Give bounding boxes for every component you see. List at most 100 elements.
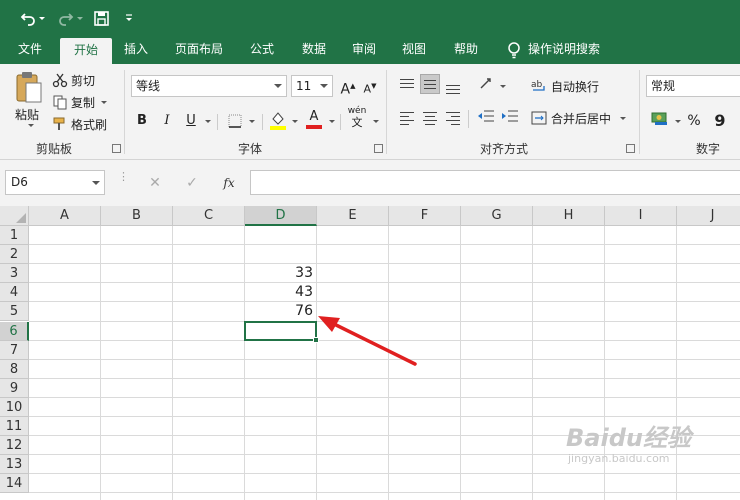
chevron-down-icon[interactable]: [329, 120, 335, 123]
insert-function-button[interactable]: fx: [218, 174, 240, 192]
row-header-13[interactable]: 13: [0, 455, 29, 475]
fill-color-button[interactable]: [268, 110, 288, 130]
row-header-5[interactable]: 5: [0, 302, 29, 322]
watermark-url: jingyan.baidu.com: [568, 452, 670, 465]
font-color-button[interactable]: A: [304, 109, 324, 129]
tab-home[interactable]: 开始: [60, 38, 112, 64]
borders-button[interactable]: [225, 111, 245, 131]
percent-button[interactable]: %: [684, 111, 704, 131]
row-header-7[interactable]: 7: [0, 340, 29, 360]
column-header-C[interactable]: C: [173, 206, 245, 226]
font-launcher[interactable]: [374, 144, 383, 153]
chevron-down-icon[interactable]: [249, 120, 255, 123]
font-name-select[interactable]: 等线: [131, 75, 287, 97]
tab-view[interactable]: 视图: [394, 36, 434, 64]
tab-insert[interactable]: 插入: [116, 36, 156, 64]
column-header-D[interactable]: D: [245, 206, 317, 226]
chevron-down-icon[interactable]: [373, 120, 379, 123]
cell-D3[interactable]: 33: [245, 264, 317, 283]
row-gridline: [29, 377, 740, 379]
row-gridline: [29, 244, 740, 246]
bold-button[interactable]: B: [132, 111, 152, 131]
check-icon[interactable]: ✓: [182, 174, 202, 192]
currency-icon: [651, 112, 667, 125]
increase-indent-button[interactable]: [500, 108, 520, 128]
decrease-indent-button[interactable]: [476, 108, 496, 128]
row-header-1[interactable]: 1: [0, 226, 29, 246]
column-header-E[interactable]: E: [317, 206, 389, 226]
underline-button[interactable]: U: [181, 111, 201, 131]
phonetic-guide-button[interactable]: wén 文: [346, 106, 368, 132]
italic-button[interactable]: I: [157, 111, 177, 131]
cut-button[interactable]: 剪切: [52, 70, 95, 90]
align-right-button[interactable]: [443, 108, 463, 128]
column-header-G[interactable]: G: [461, 206, 533, 226]
divider: [468, 110, 469, 128]
chevron-down-icon[interactable]: [292, 120, 298, 123]
undo-button[interactable]: [18, 7, 46, 29]
accounting-format-button[interactable]: [650, 110, 670, 130]
splitter-handle[interactable]: ⋮: [118, 171, 129, 192]
row-header-14[interactable]: 14: [0, 474, 29, 494]
shrink-font-button[interactable]: A▼: [360, 76, 380, 96]
annotation-arrow: [318, 316, 417, 366]
align-center-button[interactable]: [420, 108, 440, 128]
merge-center-button[interactable]: 合并后居中: [531, 108, 627, 128]
row-header-4[interactable]: 4: [0, 283, 29, 303]
column-gridline: [676, 226, 677, 500]
wrap-text-button[interactable]: ab 自动换行: [531, 76, 599, 96]
chevron-down-icon[interactable]: [675, 120, 681, 123]
row-header-12[interactable]: 12: [0, 436, 29, 456]
format-painter-button[interactable]: 格式刷: [52, 114, 107, 134]
tab-help[interactable]: 帮助: [446, 36, 486, 64]
row-header-11[interactable]: 11: [0, 417, 29, 437]
tab-page-layout[interactable]: 页面布局: [168, 36, 230, 64]
number-format-select[interactable]: 常规: [646, 75, 740, 97]
align-left-button[interactable]: [397, 108, 417, 128]
column-header-H[interactable]: H: [533, 206, 605, 226]
alignment-launcher[interactable]: [626, 144, 635, 153]
row-header-3[interactable]: 3: [0, 264, 29, 284]
font-size-select[interactable]: 11: [291, 75, 333, 97]
column-header-B[interactable]: B: [101, 206, 173, 226]
save-button[interactable]: [92, 7, 110, 29]
formula-input[interactable]: [250, 170, 740, 195]
redo-button[interactable]: [56, 7, 84, 29]
column-gridline: [172, 226, 173, 500]
cell-D4[interactable]: 43: [245, 283, 317, 302]
paste-button[interactable]: 粘贴: [12, 70, 46, 134]
row-header-8[interactable]: 8: [0, 359, 29, 379]
middle-align-button[interactable]: [420, 74, 440, 94]
tab-file[interactable]: 文件: [8, 36, 52, 64]
select-all-button[interactable]: [0, 206, 29, 226]
clipboard-launcher[interactable]: [112, 144, 121, 153]
row-header-2[interactable]: 2: [0, 245, 29, 265]
cell-D5[interactable]: 76: [245, 302, 317, 321]
top-align-button[interactable]: [397, 76, 417, 96]
customize-qat-button[interactable]: [122, 7, 136, 29]
name-box[interactable]: D6: [5, 170, 105, 195]
comma-style-button[interactable]: 9: [710, 111, 730, 131]
grow-font-button[interactable]: A▲: [338, 76, 358, 98]
tab-formulas[interactable]: 公式: [242, 36, 282, 64]
chevron-down-icon[interactable]: [205, 120, 211, 123]
bottom-align-button[interactable]: [443, 76, 463, 96]
row-header-10[interactable]: 10: [0, 397, 29, 417]
column-header-F[interactable]: F: [389, 206, 461, 226]
column-header-J[interactable]: J: [677, 206, 740, 226]
copy-button[interactable]: 复制: [52, 92, 108, 112]
tab-review[interactable]: 审阅: [344, 36, 384, 64]
column-header-I[interactable]: I: [605, 206, 677, 226]
divider: [217, 114, 218, 130]
row-header-9[interactable]: 9: [0, 378, 29, 398]
row-header-6[interactable]: 6: [0, 321, 29, 341]
orientation-button[interactable]: [476, 76, 496, 96]
cancel-icon[interactable]: ✕: [145, 174, 165, 192]
column-header-A[interactable]: A: [29, 206, 101, 226]
chevron-down-icon[interactable]: [500, 85, 506, 88]
tab-data[interactable]: 数据: [294, 36, 334, 64]
grow-font-label: A: [340, 81, 351, 98]
selected-cell[interactable]: [244, 320, 317, 341]
tell-me-search[interactable]: 操作说明搜索: [528, 36, 612, 64]
paste-icon: [16, 72, 42, 103]
